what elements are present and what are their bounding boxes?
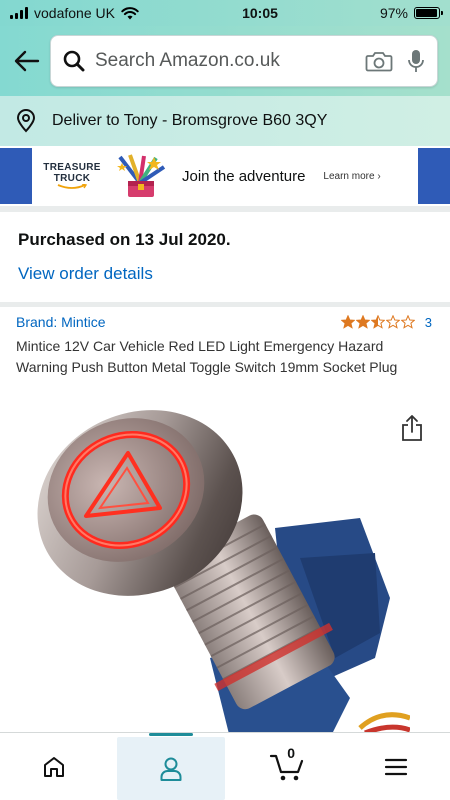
nav-account[interactable] xyxy=(116,733,225,800)
logo-line-2: TRUCK xyxy=(53,173,91,184)
deliver-to-text: Deliver to Tony - Bromsgrove B60 3QY xyxy=(52,112,328,129)
carrier-name: vodafone UK xyxy=(34,5,115,21)
location-pin-icon xyxy=(16,109,36,133)
signal-icon xyxy=(10,7,28,19)
section-divider xyxy=(0,302,450,307)
banner-right-edge xyxy=(418,148,450,204)
star-icon xyxy=(400,315,415,329)
back-arrow-icon xyxy=(14,50,40,72)
menu-icon xyxy=(384,758,407,775)
star-rating xyxy=(340,315,415,329)
home-icon xyxy=(44,756,65,777)
deliver-to-bar[interactable]: Deliver to Tony - Bromsgrove B60 3QY xyxy=(0,96,450,146)
banner-title: Join the adventure xyxy=(182,167,306,185)
rating-count[interactable]: 3 xyxy=(425,315,432,330)
led-switch-image xyxy=(37,410,410,738)
app-header xyxy=(0,26,450,96)
learn-more-link[interactable]: Learn more › xyxy=(323,171,380,182)
product-image[interactable] xyxy=(30,408,410,738)
account-icon xyxy=(160,757,182,781)
cart-count: 0 xyxy=(287,745,296,761)
promo-banner[interactable]: TREASURE TRUCK Join the adventure Learn … xyxy=(0,148,450,204)
treasure-truck-logo: TREASURE TRUCK xyxy=(42,162,102,190)
search-bar[interactable] xyxy=(50,35,438,87)
star-icon xyxy=(355,315,370,329)
star-icon xyxy=(370,315,385,329)
product-title: Mintice 12V Car Vehicle Red LED Light Em… xyxy=(16,338,398,375)
status-bar: vodafone UK 10:05 97% xyxy=(0,0,450,26)
section-divider xyxy=(0,206,450,212)
search-input[interactable] xyxy=(95,50,357,72)
view-order-details-link[interactable]: View order details xyxy=(18,264,153,284)
microphone-icon[interactable] xyxy=(407,49,425,73)
clock: 10:05 xyxy=(242,5,278,21)
search-icon xyxy=(63,50,85,72)
nav-home[interactable] xyxy=(0,733,109,800)
product-summary: Brand: Mintice 3 Mintice 12V Car Vehicle… xyxy=(16,314,436,378)
brand-link[interactable]: Brand: Mintice xyxy=(16,314,105,330)
bottom-nav: 0 xyxy=(0,732,450,800)
back-button[interactable] xyxy=(12,46,42,76)
banner-left-edge xyxy=(0,148,32,204)
star-icon xyxy=(340,315,355,329)
battery-percent: 97% xyxy=(379,5,408,21)
camera-icon[interactable] xyxy=(365,50,393,72)
smile-arrow-icon xyxy=(57,184,88,189)
product-rating[interactable]: 3 xyxy=(340,315,436,330)
nav-cart[interactable]: 0 xyxy=(233,733,342,800)
logo-line-1: TREASURE xyxy=(43,162,101,173)
wifi-icon xyxy=(121,6,139,19)
battery-level xyxy=(416,9,438,17)
treasure-chest-graphic xyxy=(117,154,166,197)
battery-icon xyxy=(414,7,443,19)
nav-menu[interactable] xyxy=(342,733,450,800)
purchase-info: Purchased on 13 Jul 2020. View order det… xyxy=(18,220,438,284)
star-icon xyxy=(385,315,400,329)
purchased-date: Purchased on 13 Jul 2020. xyxy=(18,230,231,249)
